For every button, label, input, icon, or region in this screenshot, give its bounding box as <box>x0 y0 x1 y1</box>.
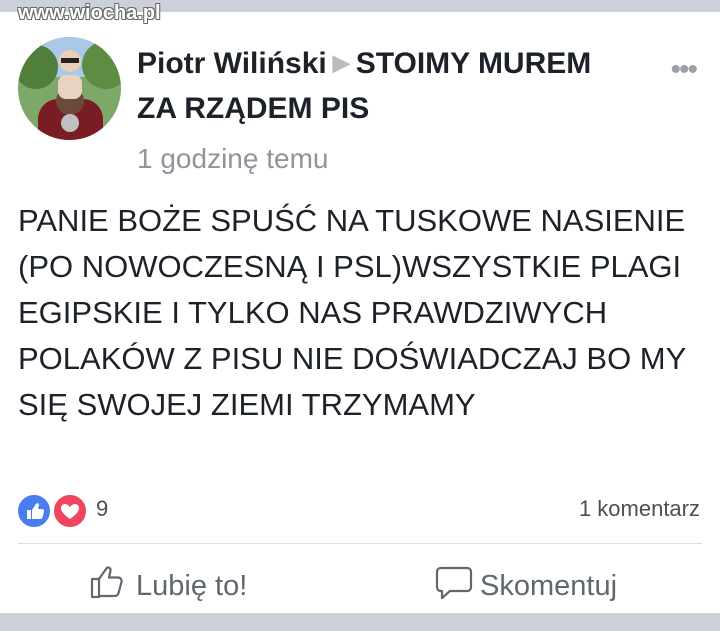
like-label: Lubię to! <box>136 569 248 602</box>
post-timestamp[interactable]: 1 godzinę temu <box>137 139 328 179</box>
post-body: PANIE BOŻE SPUŚĆ NA TUSKOWE NASIENIE (PO… <box>18 203 686 422</box>
watermark: www.wiocha.pl <box>18 2 161 24</box>
comment-button[interactable]: Skomentuj <box>434 566 617 606</box>
avatar[interactable] <box>18 37 121 140</box>
speech-bubble-icon <box>434 562 474 610</box>
thumbs-up-icon <box>88 562 130 610</box>
reaction-count: 9 <box>96 496 109 521</box>
love-reaction-icon <box>52 493 88 529</box>
author-name[interactable]: Piotr Wiliński <box>137 47 327 80</box>
comment-label: Skomentuj <box>480 569 618 602</box>
arrow-right-icon: ▶ <box>332 50 350 75</box>
comment-count[interactable]: 1 komentarz <box>579 496 700 522</box>
post-header: Piotr Wiliński ▶ STOIMY MUREM ZA RZĄDEM PI… <box>137 40 597 131</box>
post-card: Piotr Wiliński ▶ STOIMY MUREM ZA RZĄDEM PI… <box>0 12 720 613</box>
more-dots-icon[interactable]: ••• <box>670 55 697 85</box>
like-reaction-icon <box>16 493 52 529</box>
divider <box>18 543 702 544</box>
avatar-image <box>18 37 121 140</box>
like-button[interactable]: Lubię to! <box>88 566 247 606</box>
